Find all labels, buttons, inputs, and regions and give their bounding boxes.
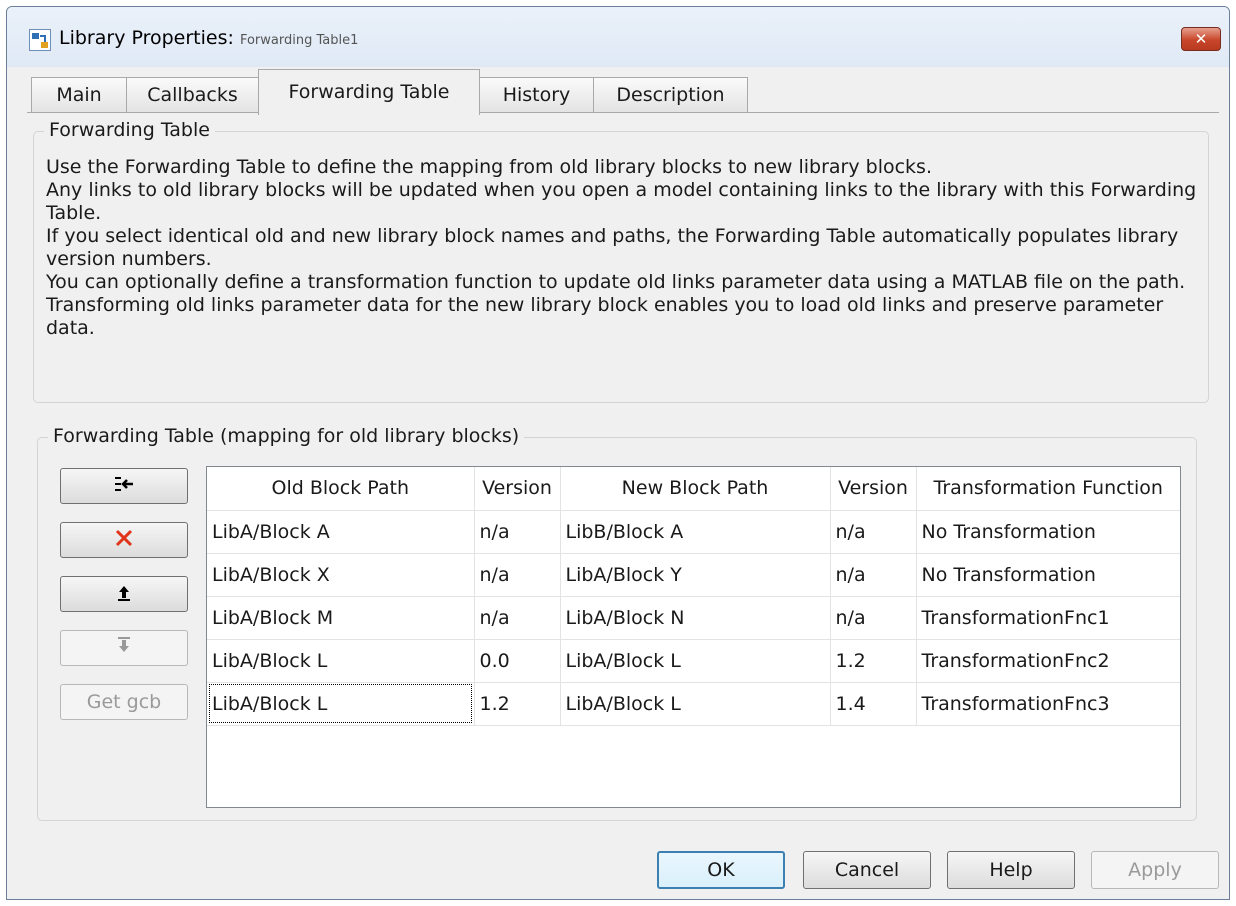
table-cell[interactable]: LibA/Block N <box>560 596 831 640</box>
table-cell[interactable]: n/a <box>830 596 917 640</box>
table-cell[interactable]: LibA/Block L <box>207 639 475 683</box>
column-header-new-block-path[interactable]: New Block Path <box>560 467 831 511</box>
column-header-new-version[interactable]: Version <box>830 467 917 511</box>
info-group: Forwarding Table Use the Forwarding Tabl… <box>33 119 1209 403</box>
table-cell[interactable]: n/a <box>474 596 561 640</box>
description-line: You can optionally define a transformati… <box>46 271 1186 339</box>
table-cell[interactable]: LibA/Block M <box>207 596 475 640</box>
move-up-button[interactable] <box>60 576 188 612</box>
mapping-group-title: Forwarding Table (mapping for old librar… <box>48 425 525 447</box>
description-line: Use the Forwarding Table to define the m… <box>46 156 932 178</box>
tab-main[interactable]: Main <box>31 77 127 113</box>
forwarding-table-grid: Old Block Path Version New Block Path Ve… <box>207 467 1180 726</box>
table-cell[interactable]: n/a <box>474 553 561 597</box>
table-row[interactable]: LibA/Block L 0.0 LibA/Block L 1.2 Transf… <box>207 639 1180 683</box>
table-cell[interactable]: LibA/Block Y <box>560 553 831 597</box>
get-gcb-button[interactable]: Get gcb <box>60 684 188 720</box>
table-row[interactable]: LibA/Block M n/a LibA/Block N n/a Transf… <box>207 596 1180 640</box>
table-row[interactable]: LibA/Block A n/a LibB/Block A n/a No Tra… <box>207 510 1180 554</box>
table-cell[interactable]: LibA/Block A <box>207 510 475 554</box>
table-cell[interactable]: No Transformation <box>916 510 1180 554</box>
tab-callbacks[interactable]: Callbacks <box>126 77 259 113</box>
library-icon <box>29 29 51 51</box>
tab-history[interactable]: History <box>479 77 594 113</box>
move-down-icon <box>116 636 132 660</box>
cancel-button[interactable]: Cancel <box>803 851 931 889</box>
table-cell[interactable]: TransformationFnc3 <box>916 682 1180 726</box>
table-cell[interactable]: LibA/Block L <box>560 639 831 683</box>
table-cell[interactable]: n/a <box>830 553 917 597</box>
add-entry-button[interactable] <box>60 468 188 504</box>
insert-row-icon <box>113 475 135 498</box>
table-row[interactable]: LibA/Block L 1.2 LibA/Block L 1.4 Transf… <box>207 682 1180 726</box>
ok-button[interactable]: OK <box>657 851 785 889</box>
description-text: Use the Forwarding Table to define the m… <box>46 156 1206 340</box>
move-up-icon <box>116 583 132 606</box>
library-properties-dialog: Library Properties: Forwarding Table1 ✕ … <box>6 6 1230 900</box>
description-line: If you select identical old and new libr… <box>46 225 1179 270</box>
title-bar: Library Properties: Forwarding Table1 ✕ <box>7 7 1229 67</box>
tab-description[interactable]: Description <box>593 77 748 113</box>
column-header-transformation-function[interactable]: Transformation Function <box>916 467 1180 511</box>
table-cell-focused[interactable]: LibA/Block L <box>207 682 475 726</box>
window-title-library-name: Forwarding Table1 <box>239 33 359 48</box>
table-cell[interactable]: 1.4 <box>830 682 917 726</box>
forwarding-table-panel: Forwarding Table Use the Forwarding Tabl… <box>27 112 1219 830</box>
mapping-group: Forwarding Table (mapping for old librar… <box>37 425 1197 821</box>
window-title: Library Properties: Forwarding Table1 <box>59 27 358 49</box>
table-cell[interactable]: 0.0 <box>474 639 561 683</box>
table-cell[interactable]: TransformationFnc2 <box>916 639 1180 683</box>
table-cell[interactable]: LibA/Block L <box>560 682 831 726</box>
table-cell[interactable]: No Transformation <box>916 553 1180 597</box>
table-cell[interactable]: LibA/Block X <box>207 553 475 597</box>
table-cell[interactable]: TransformationFnc1 <box>916 596 1180 640</box>
table-cell[interactable]: n/a <box>474 510 561 554</box>
move-down-button[interactable] <box>60 630 188 666</box>
delete-entry-button[interactable] <box>60 522 188 558</box>
table-cell[interactable]: n/a <box>830 510 917 554</box>
forwarding-table: Old Block Path Version New Block Path Ve… <box>206 466 1181 808</box>
close-button[interactable]: ✕ <box>1181 27 1221 51</box>
column-header-old-version[interactable]: Version <box>474 467 561 511</box>
table-header-row: Old Block Path Version New Block Path Ve… <box>207 467 1180 511</box>
delete-icon <box>114 528 134 553</box>
table-row[interactable]: LibA/Block X n/a LibA/Block Y n/a No Tra… <box>207 553 1180 597</box>
column-header-old-block-path[interactable]: Old Block Path <box>207 467 475 511</box>
tab-forwarding-table[interactable]: Forwarding Table <box>258 69 480 115</box>
help-button[interactable]: Help <box>947 851 1075 889</box>
description-line: Any links to old library blocks will be … <box>46 179 1197 224</box>
window-title-label: Library Properties: <box>59 27 240 49</box>
table-cell[interactable]: LibB/Block A <box>560 510 831 554</box>
table-cell[interactable]: 1.2 <box>474 682 561 726</box>
table-cell[interactable]: 1.2 <box>830 639 917 683</box>
apply-button[interactable]: Apply <box>1091 851 1219 889</box>
info-group-title: Forwarding Table <box>44 119 215 141</box>
